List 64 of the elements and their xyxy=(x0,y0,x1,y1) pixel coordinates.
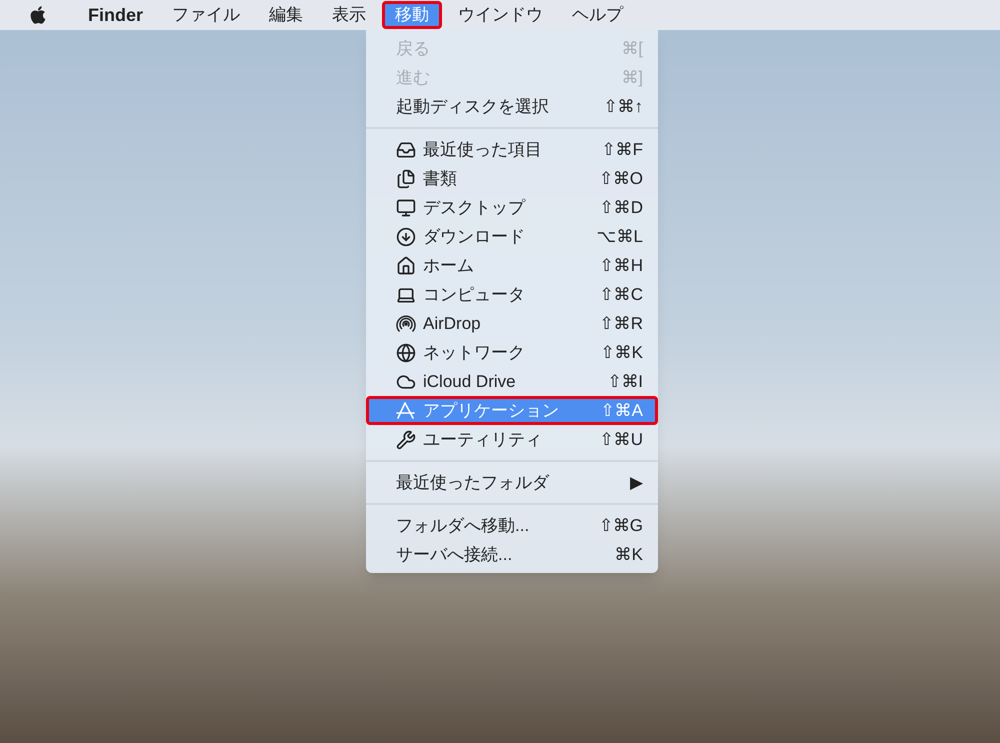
menu-item-label: ネットワーク xyxy=(423,342,526,364)
menu-bar-item[interactable]: ヘルプ xyxy=(559,1,636,29)
menu-item[interactable]: ホーム ⇧⌘H xyxy=(366,251,658,280)
menu-item-label: フォルダへ移動... xyxy=(396,514,530,537)
shortcut-label: ⇧⌘O xyxy=(598,168,643,190)
menu-item-label: 進む xyxy=(396,66,431,89)
menu-bar-item[interactable]: Finder xyxy=(75,1,156,29)
shortcut-label: ⌘[ xyxy=(621,38,643,60)
menu-item-label: ユーティリティ xyxy=(423,428,543,451)
shortcut-label: ⇧⌘R xyxy=(600,312,643,335)
menu-item-label: AirDrop xyxy=(423,312,482,335)
download-icon xyxy=(396,226,416,246)
shortcut-label: ⇧⌘D xyxy=(600,196,643,219)
shortcut-label: ⇧⌘F xyxy=(602,138,643,161)
shortcut-label: ⇧⌘U xyxy=(600,428,643,451)
shortcut-label: ▶ xyxy=(630,472,643,494)
desktop-icon xyxy=(396,198,416,218)
menu-item[interactable]: 起動ディスクを選択 ⇧⌘↑ xyxy=(366,92,658,121)
menu-item-label: サーバへ接続... xyxy=(396,544,514,566)
menu-item[interactable]: 書類 ⇧⌘O xyxy=(366,164,658,193)
home-icon xyxy=(396,256,416,276)
menu-item-label: 最近使ったフォルダ xyxy=(396,472,550,494)
menu-item[interactable]: ユーティリティ ⇧⌘U xyxy=(366,425,658,454)
globe-icon xyxy=(396,342,416,362)
menu-item-label: デスクトップ xyxy=(423,196,526,219)
menu-item[interactable]: iCloud Drive ⇧⌘I xyxy=(366,367,658,396)
menu-item[interactable]: ダウンロード ⌥⌘L xyxy=(366,222,658,251)
shortcut-label: ⇧⌘↑ xyxy=(604,96,643,118)
menu-item[interactable]: サーバへ接続... ⌘K xyxy=(366,540,658,569)
shortcut-label: ⌘K xyxy=(614,544,643,566)
menu-item-label: コンピュータ xyxy=(423,284,526,306)
shortcut-label: ⇧⌘H xyxy=(600,254,643,277)
apple-icon[interactable] xyxy=(28,5,48,25)
shortcut-label: ⇧⌘I xyxy=(607,370,643,393)
letter-a-icon xyxy=(396,400,416,420)
menu-item[interactable]: ネットワーク ⇧⌘K xyxy=(366,338,658,367)
shortcut-label: ⌥⌘L xyxy=(596,226,643,248)
menu-item-label: 戻る xyxy=(396,38,431,60)
signal-waves-icon xyxy=(396,314,416,334)
menu-item-label: 起動ディスクを選択 xyxy=(396,96,550,118)
menu-item-label: アプリケーション xyxy=(423,400,560,422)
tray-icon xyxy=(396,140,416,160)
menu-bar-item[interactable]: 表示 xyxy=(319,1,380,29)
tools-icon xyxy=(396,430,416,450)
menu-item[interactable]: AirDrop ⇧⌘R xyxy=(366,309,658,338)
menu-bar-item[interactable]: 編集 xyxy=(256,1,316,29)
menu-item-label: 書類 xyxy=(423,168,458,190)
menu-bar-item[interactable]: ファイル xyxy=(159,1,254,29)
shortcut-label: ⇧⌘G xyxy=(598,514,643,537)
menu-bar-item[interactable]: ウインドウ xyxy=(445,1,556,29)
menu-item-label: 最近使った項目 xyxy=(423,138,543,161)
menu-item[interactable]: 最近使った項目 ⇧⌘F xyxy=(366,135,658,164)
menu-item[interactable]: デスクトップ ⇧⌘D xyxy=(366,193,658,222)
menu-item-label: ホーム xyxy=(423,254,475,277)
shortcut-label: ⇧⌘K xyxy=(600,342,643,364)
menu-item[interactable]: フォルダへ移動... ⇧⌘G xyxy=(366,511,658,540)
menu-item[interactable]: 最近使ったフォルダ ▶ xyxy=(366,468,658,497)
menu-item[interactable]: コンピュータ ⇧⌘C xyxy=(366,280,658,309)
shortcut-label: ⌘] xyxy=(621,66,643,89)
menu-item-label: iCloud Drive xyxy=(423,370,517,393)
shortcut-label: ⇧⌘C xyxy=(600,284,643,306)
menu-item-label: ダウンロード xyxy=(423,226,526,248)
shortcut-label: ⇧⌘A xyxy=(600,400,643,422)
documents-icon xyxy=(396,168,416,188)
